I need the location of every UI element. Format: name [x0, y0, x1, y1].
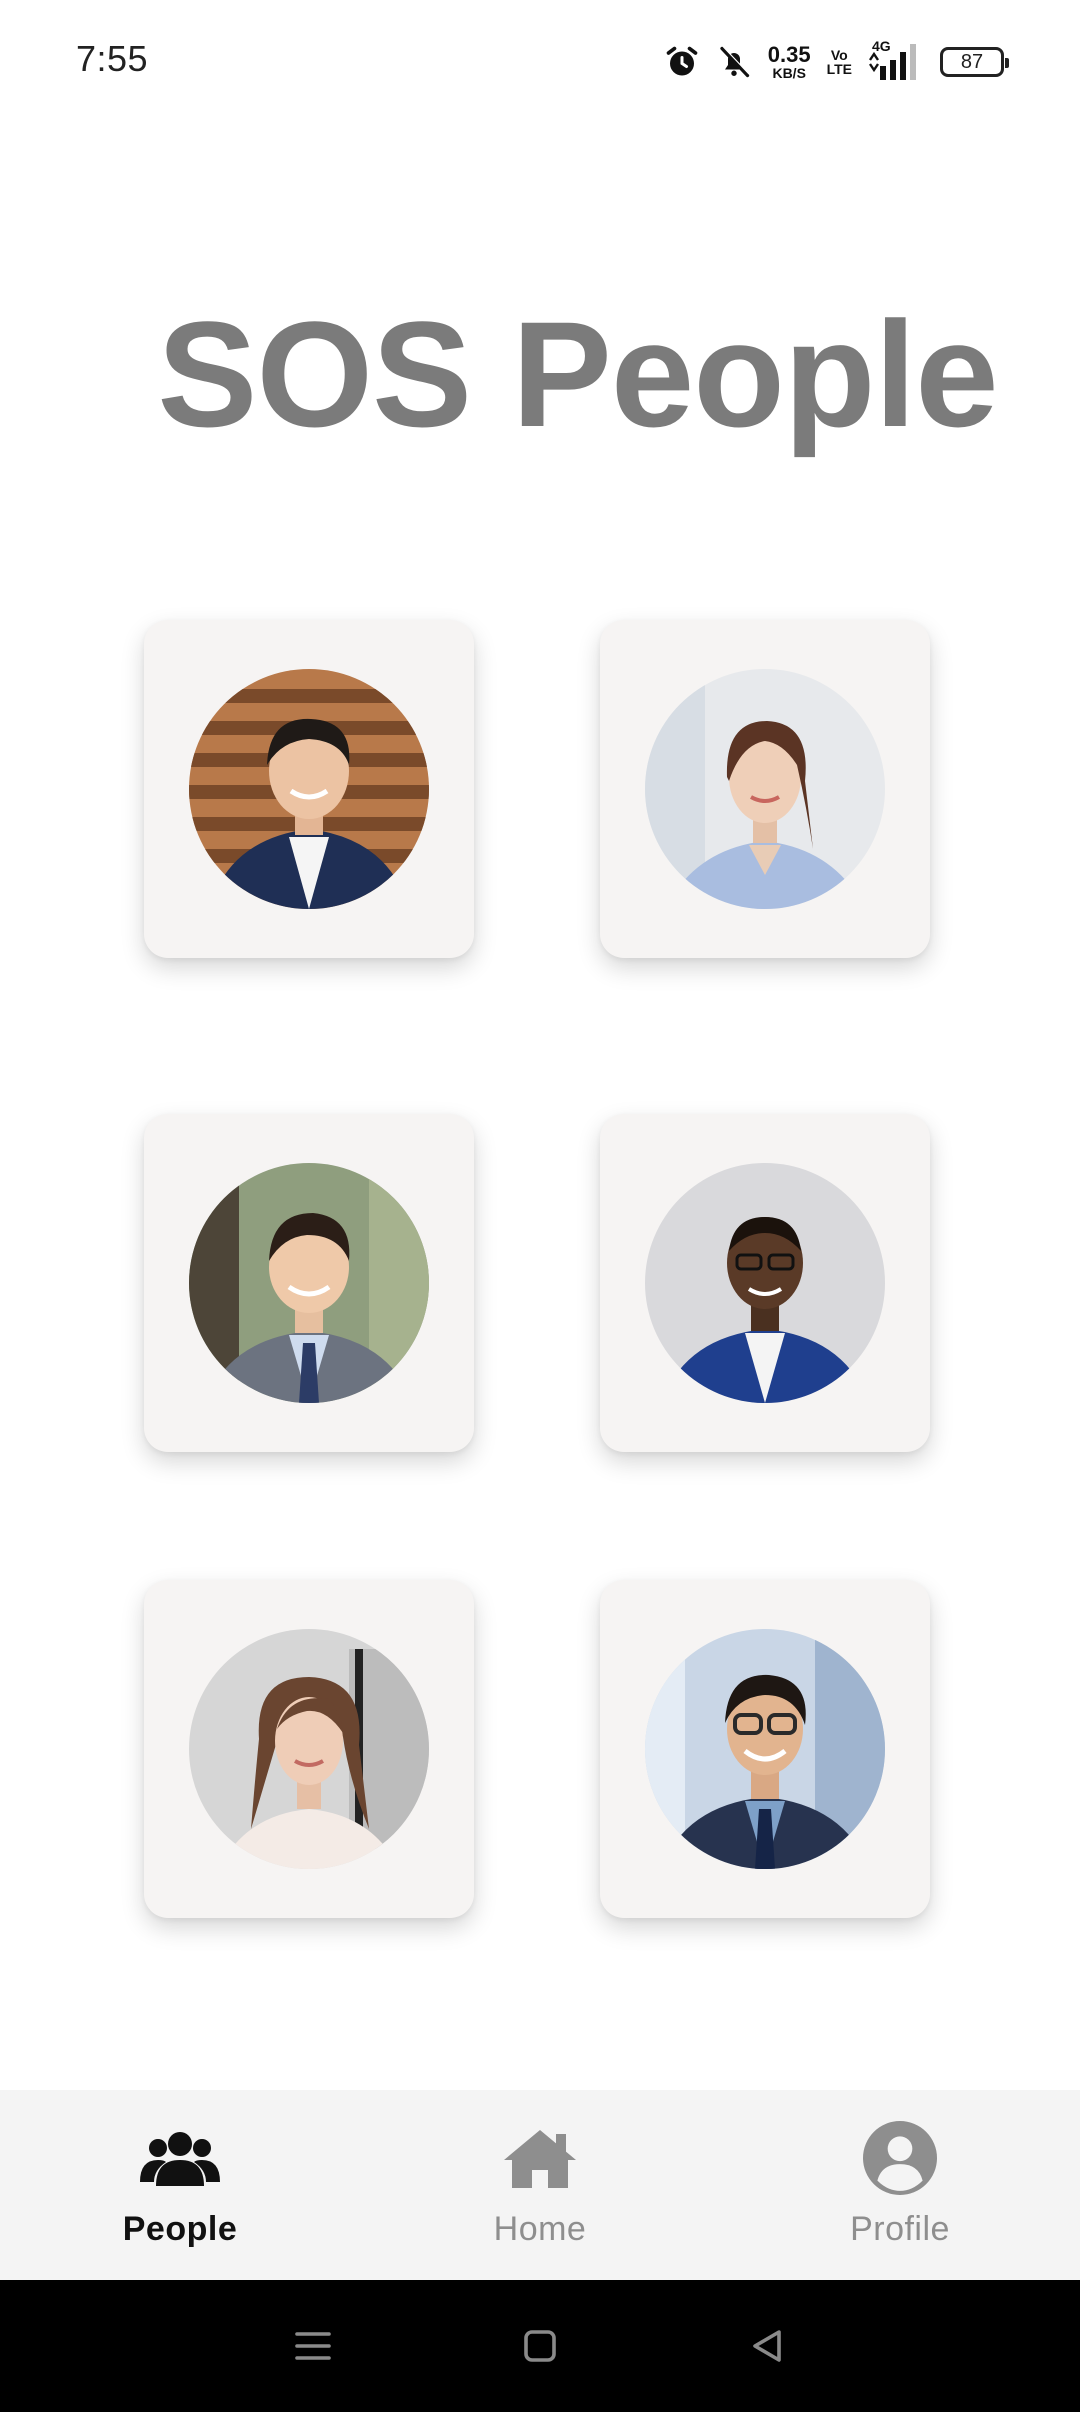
system-nav-bar [0, 2280, 1080, 2412]
nav-label-people: People [122, 2210, 238, 2248]
bottom-nav: People Home Profile [0, 2090, 1080, 2280]
nav-item-profile[interactable]: Profile [720, 2090, 1080, 2280]
net-speed-unit: KB/S [772, 65, 806, 81]
page-title: SOS People [157, 290, 998, 458]
battery-icon: 87 [940, 47, 1009, 77]
net-speed: 0.35 KB/S [767, 42, 811, 81]
status-bar: 7:55 0.35 KB/S Vo LTE 4G 87 [0, 0, 1080, 124]
home-icon [500, 2118, 580, 2198]
nav-label-profile: Profile [850, 2210, 950, 2248]
nav-item-home[interactable]: Home [360, 2090, 720, 2280]
person-card-3[interactable] [144, 1114, 474, 1452]
net-speed-value: 0.35 [767, 42, 811, 67]
person-photo-6 [645, 1629, 885, 1869]
nav-label-home: Home [493, 2210, 587, 2248]
mute-icon [716, 44, 752, 80]
person-photo-3 [189, 1163, 429, 1403]
person-card-1[interactable] [144, 620, 474, 958]
person-photo-4 [645, 1163, 885, 1403]
status-time: 7:55 [76, 38, 149, 79]
back-icon[interactable] [737, 2316, 797, 2376]
person-card-6[interactable] [600, 1580, 930, 1918]
person-card-4[interactable] [600, 1114, 930, 1452]
status-icons: 0.35 KB/S Vo LTE 4G 87 [664, 34, 1009, 90]
battery-level: 87 [960, 50, 984, 73]
signal-icon: 4G [868, 38, 924, 82]
menu-icon[interactable] [283, 2316, 343, 2376]
person-photo-5 [189, 1629, 429, 1869]
volte-indicator: Vo LTE [827, 48, 852, 76]
home-square-icon[interactable] [510, 2316, 570, 2376]
person-card-2[interactable] [600, 620, 930, 958]
alarm-icon [664, 44, 700, 80]
profile-icon [860, 2118, 940, 2198]
volte-bottom: LTE [826, 61, 852, 77]
nav-item-people[interactable]: People [0, 2090, 360, 2280]
people-icon [140, 2118, 220, 2198]
person-photo-2 [645, 669, 885, 909]
network-type: 4G [872, 38, 891, 54]
person-card-5[interactable] [144, 1580, 474, 1918]
person-photo-1 [189, 669, 429, 909]
volte-top: Vo [830, 47, 848, 63]
